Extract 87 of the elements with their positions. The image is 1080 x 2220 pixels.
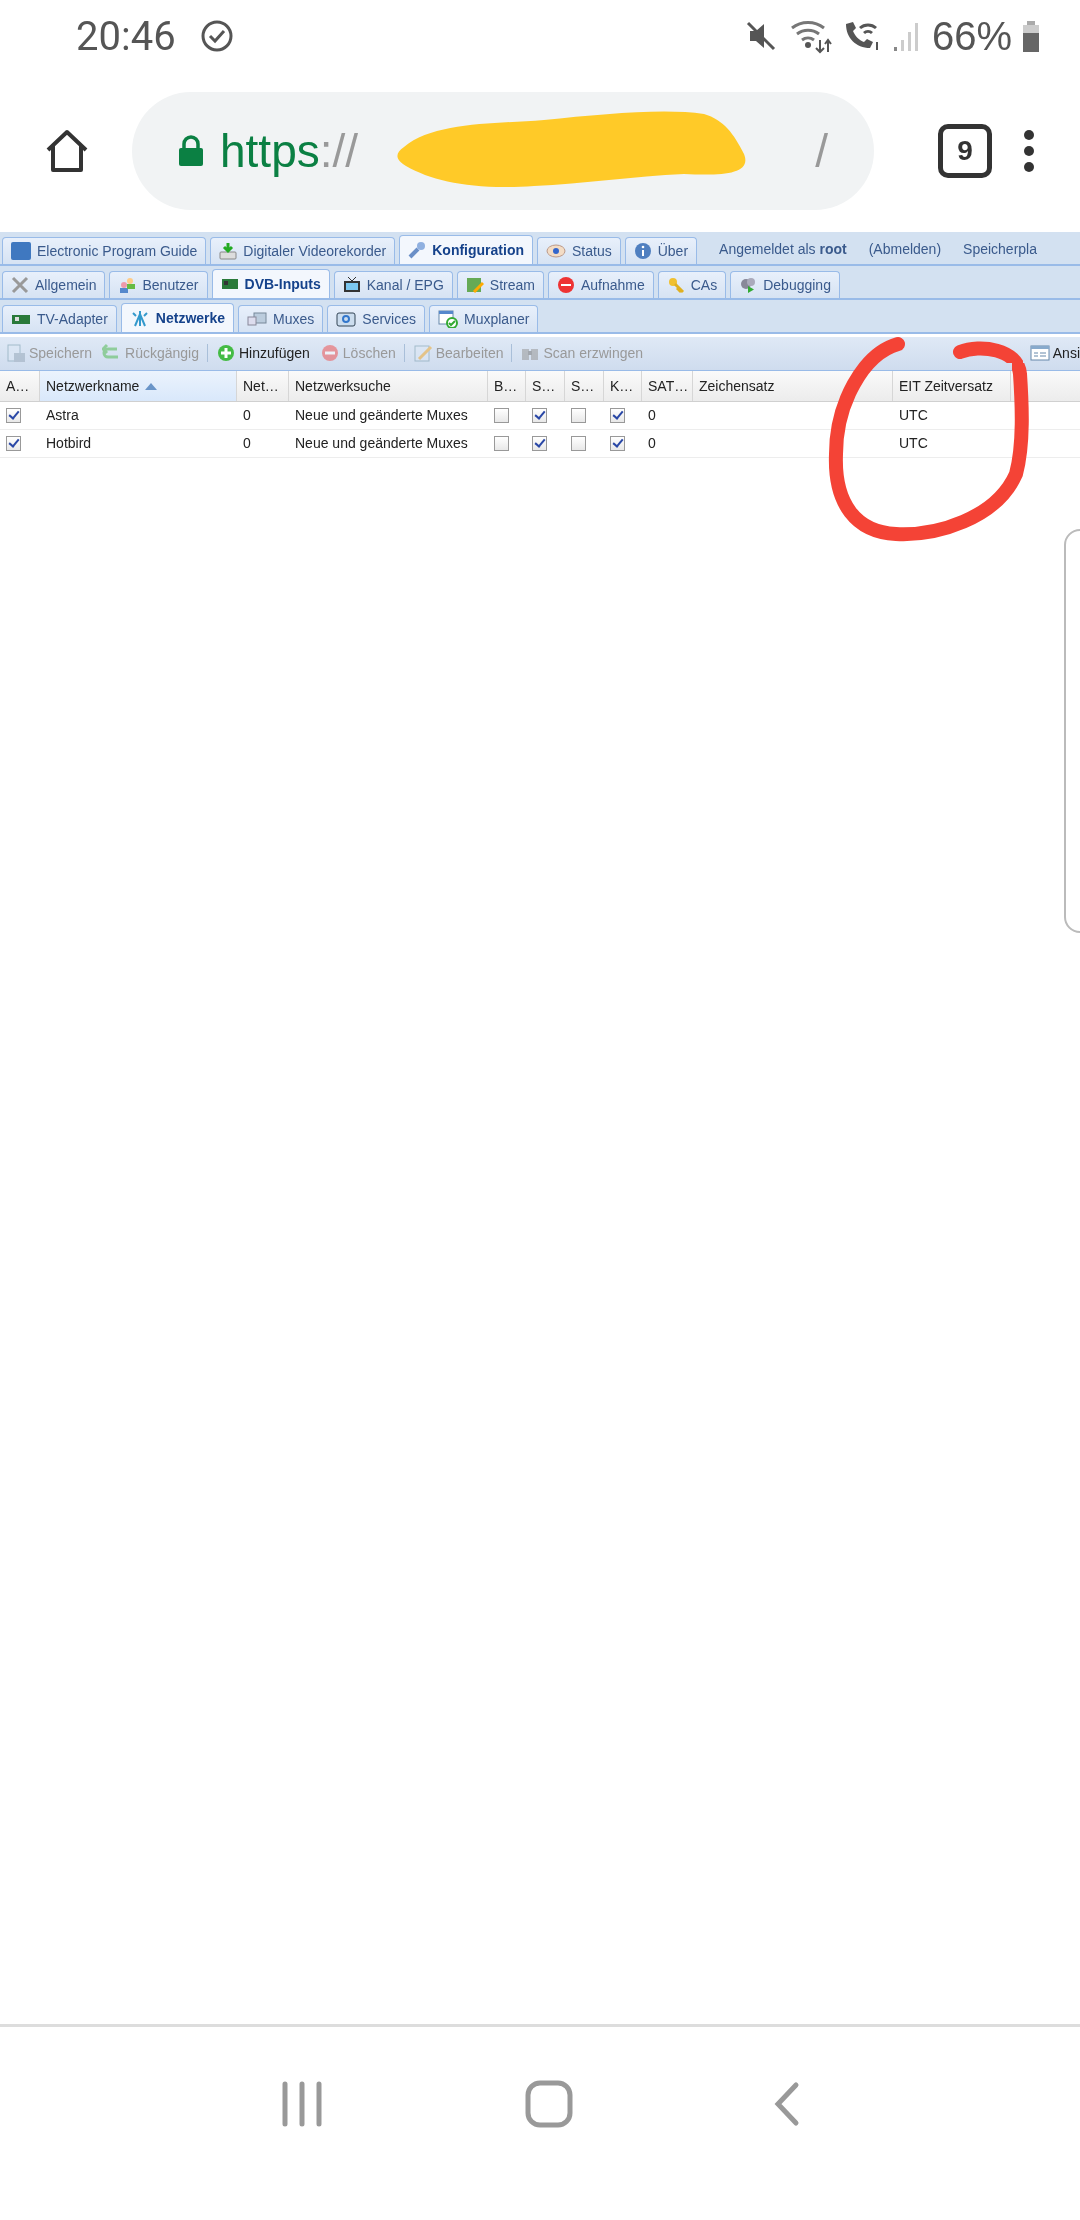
checkbox[interactable] xyxy=(532,407,547,423)
storage-label: Speicherpla xyxy=(963,240,1037,257)
main-tab[interactable]: Digitaler Videorekorder xyxy=(210,236,396,264)
column-header[interactable]: Netzwerkname xyxy=(40,370,237,401)
clock-time: 20:46 xyxy=(76,13,176,60)
login-status: Angemeldet als root xyxy=(719,240,847,257)
lock-icon xyxy=(178,134,204,167)
table-cell-text: 0 xyxy=(242,434,252,454)
checkbox[interactable] xyxy=(571,435,586,451)
url-scheme: https xyxy=(220,123,320,178)
url-separator: :// xyxy=(319,123,359,178)
screen-icon xyxy=(336,309,357,328)
home-icon[interactable] xyxy=(44,127,90,174)
address-field[interactable]: https:// / xyxy=(132,91,874,210)
config-tab[interactable]: Stream xyxy=(456,270,544,298)
logout-link[interactable]: (Abmelden) xyxy=(868,240,942,257)
column-header[interactable]: Netzwerksuche xyxy=(289,370,488,401)
column-header[interactable]: EIT Zeitversatz xyxy=(893,370,1011,401)
checkbox[interactable] xyxy=(494,435,509,451)
tools-icon xyxy=(11,275,29,294)
table-cell-text: UTC xyxy=(898,434,929,454)
record-icon xyxy=(556,275,575,294)
config-tab[interactable]: DVB-Inputs xyxy=(211,268,330,298)
main-tab[interactable]: Status xyxy=(537,236,621,264)
sort-arrow-icon xyxy=(145,381,158,390)
table-cell-text: Astra xyxy=(45,406,80,426)
column-header[interactable]: Zeichensatz xyxy=(693,370,893,401)
add-icon xyxy=(216,343,236,364)
column-header[interactable]: S… xyxy=(526,370,565,401)
table-cell-text: 0 xyxy=(242,406,252,426)
dvb-tab[interactable]: Services xyxy=(327,304,425,332)
download-icon xyxy=(219,241,238,260)
view-button[interactable]: Ansi xyxy=(1029,345,1080,362)
tab-count-button[interactable]: 9 xyxy=(938,123,992,178)
main-tab[interactable]: Electronic Program Guide xyxy=(2,236,207,264)
column-header[interactable]: S… xyxy=(565,370,604,401)
table-cell-text: Neue und geänderte Muxes xyxy=(294,434,469,454)
wrench-icon xyxy=(408,240,427,259)
monitors-icon xyxy=(247,309,268,328)
recent-apps-icon[interactable] xyxy=(280,2080,324,2127)
dvb-tab[interactable]: Netzwerke xyxy=(120,302,235,332)
column-header[interactable]: K… xyxy=(604,370,642,401)
config-tab[interactable]: Allgemein xyxy=(2,270,106,298)
config-tab[interactable]: Aufnahme xyxy=(547,270,654,298)
calendar-icon xyxy=(438,309,458,328)
info-icon xyxy=(633,241,652,260)
remove-icon xyxy=(319,343,340,364)
config-tab[interactable]: CAs xyxy=(657,270,727,298)
main-tab[interactable]: Konfiguration xyxy=(399,234,533,264)
eye-icon xyxy=(546,243,566,258)
checkbox[interactable] xyxy=(532,435,547,451)
checkbox[interactable] xyxy=(494,407,509,423)
table-cell-text: UTC xyxy=(898,406,929,426)
more-options-icon[interactable] xyxy=(1022,127,1036,174)
save-icon xyxy=(6,343,26,364)
config-tab[interactable]: Debugging xyxy=(730,270,840,298)
check-circle-icon xyxy=(199,19,234,54)
columns-icon xyxy=(1029,345,1050,362)
back-icon[interactable] xyxy=(774,2080,800,2127)
config-tab[interactable]: Kanal / EPG xyxy=(333,270,453,298)
key-icon xyxy=(666,275,685,294)
tv-icon xyxy=(342,275,361,294)
table-cell-text: Hotbird xyxy=(45,434,93,454)
column-header[interactable]: B… xyxy=(488,370,526,401)
checkbox[interactable] xyxy=(6,435,21,451)
battery-percent: 66% xyxy=(931,14,1012,59)
users-icon xyxy=(118,275,137,294)
antenna-icon xyxy=(129,308,150,327)
home-button-icon[interactable] xyxy=(524,2078,574,2129)
table-cell-text: 0 xyxy=(647,406,657,426)
checkbox[interactable] xyxy=(571,407,586,423)
checkbox[interactable] xyxy=(610,435,625,451)
edit-icon xyxy=(412,343,433,364)
main-tab[interactable]: Über xyxy=(624,236,698,264)
table-cell-text: Neue und geänderte Muxes xyxy=(294,406,469,426)
table-cell-text: 0 xyxy=(647,434,657,454)
checkbox[interactable] xyxy=(6,407,21,423)
dvb-tab[interactable]: Muxplaner xyxy=(429,304,539,332)
battery-icon xyxy=(1022,19,1040,54)
toolbar-button[interactable]: Hinzufügen xyxy=(214,341,312,366)
url-tail: / xyxy=(815,123,828,178)
config-tab[interactable]: Benutzer xyxy=(109,270,208,298)
dvb-tab[interactable]: Muxes xyxy=(238,304,324,332)
column-header[interactable]: Net… xyxy=(237,370,289,401)
dvb-tab[interactable]: TV-Adapter xyxy=(2,304,117,332)
column-header[interactable]: SAT… xyxy=(642,370,693,401)
checkbox[interactable] xyxy=(610,407,625,423)
